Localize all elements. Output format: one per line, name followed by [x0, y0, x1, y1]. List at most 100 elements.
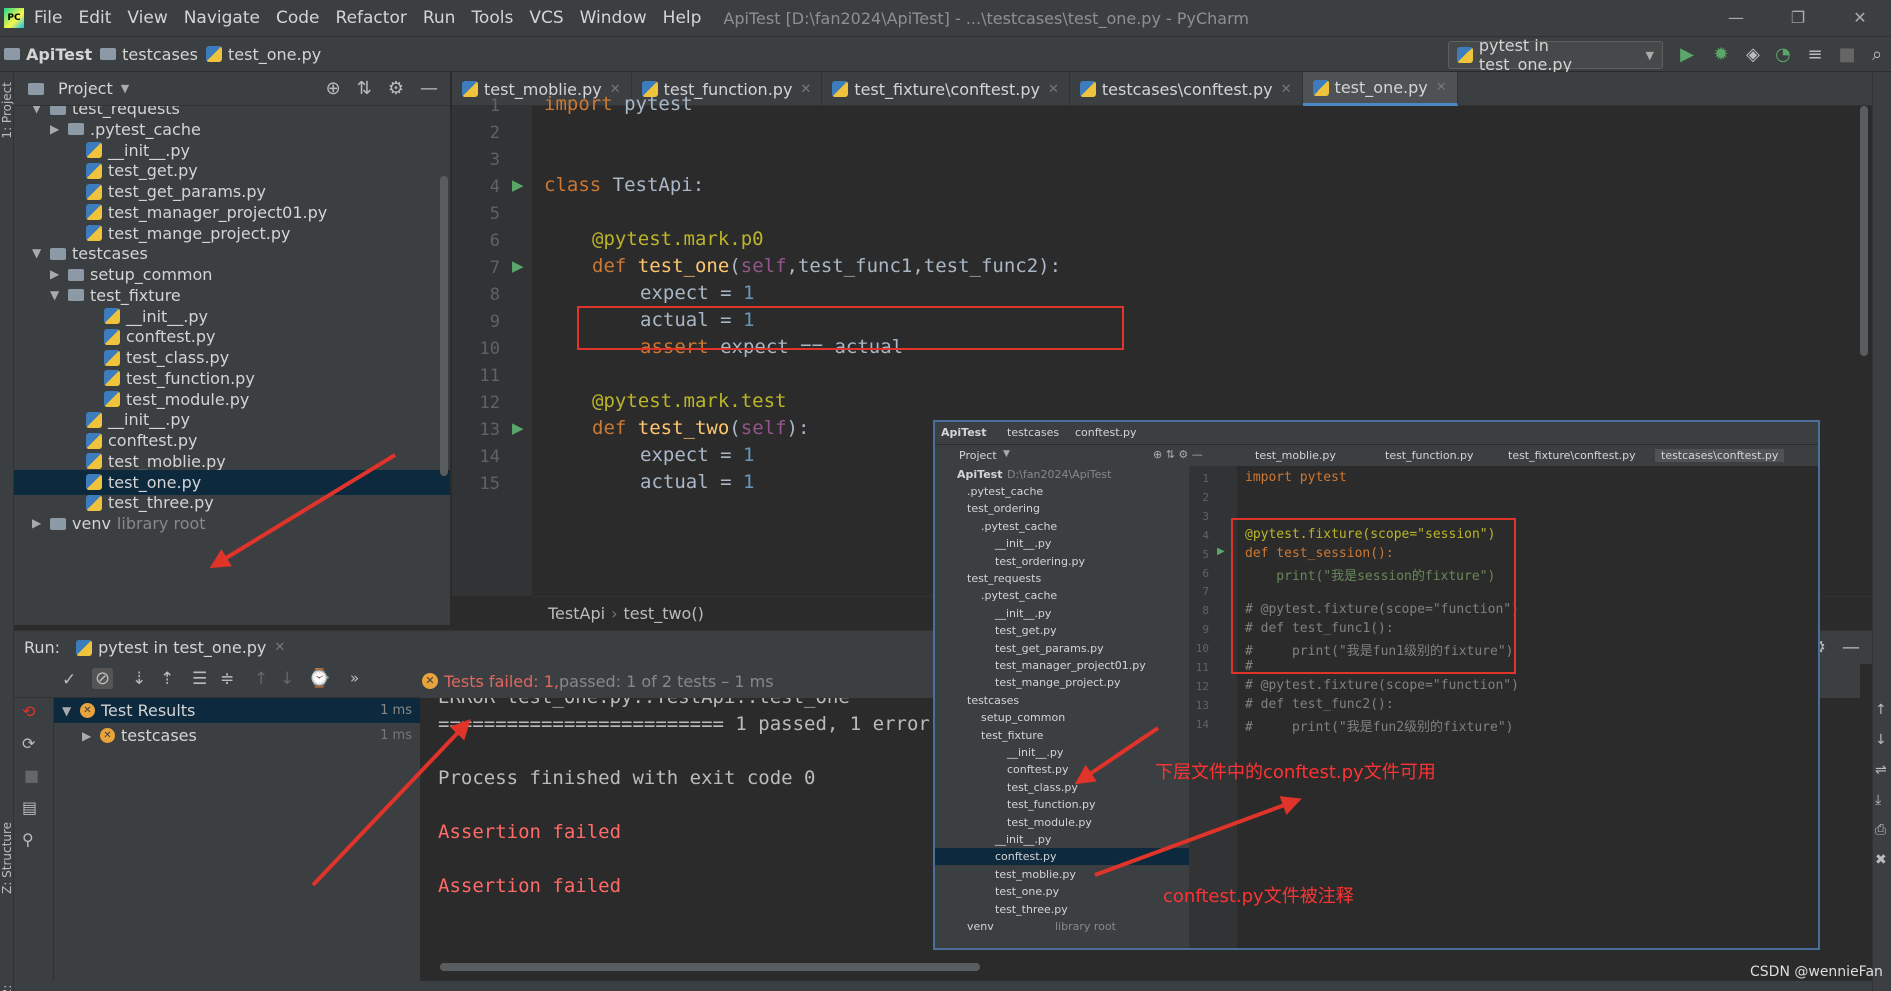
locate-icon[interactable]: ⊕: [326, 78, 341, 99]
hide-panel-icon[interactable]: —: [420, 78, 438, 99]
right-tool-strip: ↑ ↓ ⇌ ⤓ ⎙ ✖: [1872, 72, 1891, 991]
structure-tool-tab[interactable]: Z: Structure: [0, 822, 14, 894]
line-number: 6: [489, 231, 500, 251]
menu-refactor[interactable]: Refactor: [336, 8, 407, 28]
folder-icon: [100, 48, 117, 60]
project-tree-scrollbar[interactable]: [440, 176, 448, 476]
menu-window[interactable]: Window: [580, 8, 647, 28]
search-everywhere-icon[interactable]: ⌕: [1866, 44, 1888, 66]
folder-icon: [68, 289, 84, 302]
show-ignored-icon[interactable]: ⊘: [92, 668, 114, 689]
bottom-tool-strip: [14, 981, 1872, 991]
test-results-row[interactable]: ▼ ✕ Test Results 1 ms: [54, 698, 420, 723]
menu-help[interactable]: Help: [663, 8, 702, 28]
gear-icon[interactable]: ⚙: [388, 78, 404, 99]
menu-vcs[interactable]: VCS: [529, 8, 563, 28]
rerun-failed-icon[interactable]: ⟲: [22, 702, 35, 721]
breadcrumb-method[interactable]: test_two(): [623, 604, 703, 623]
toggle-auto-test-icon[interactable]: ⟳: [22, 734, 35, 753]
debug-icon[interactable]: ✹: [1710, 44, 1732, 66]
chevron-down-icon[interactable]: ▼: [121, 82, 129, 95]
run-configuration-select[interactable]: pytest in test_one.py ▼: [1448, 36, 1663, 74]
trash-icon[interactable]: ✖: [1875, 852, 1887, 868]
run-icon[interactable]: ▶: [1676, 44, 1698, 66]
show-passed-icon[interactable]: ✓: [62, 670, 76, 690]
close-tab-icon[interactable]: ✕: [1436, 80, 1447, 95]
breadcrumb-file[interactable]: test_one.py: [228, 45, 321, 64]
sort-alpha-icon[interactable]: ⇣: [132, 669, 146, 689]
menu-run[interactable]: Run: [423, 8, 456, 28]
close-tab-icon[interactable]: ✕: [800, 82, 811, 97]
expand-all-icon[interactable]: ☰: [192, 669, 207, 689]
editor-scrollbar[interactable]: [1860, 106, 1868, 356]
scroll-to-end-icon[interactable]: ⤓: [1875, 792, 1881, 808]
inset-tab: test_fixture\conftest.py: [1508, 449, 1636, 462]
tab-fixture-conftest[interactable]: test_fixture\conftest.py ✕: [822, 72, 1070, 106]
expand-arrow-icon[interactable]: ▶: [82, 729, 100, 743]
layout-icon[interactable]: ▤: [22, 798, 37, 817]
more-icon[interactable]: »: [350, 669, 359, 687]
coverage-icon[interactable]: ◈: [1742, 44, 1764, 66]
chevron-right-icon[interactable]: ▶: [32, 511, 50, 536]
breadcrumb-project[interactable]: ApiTest: [26, 45, 92, 64]
line-number: 11: [479, 366, 500, 386]
chevron-right-icon[interactable]: ▶: [50, 117, 68, 142]
chevron-down-icon[interactable]: ▼: [50, 283, 68, 308]
test-suite-row[interactable]: ▶ ✕ testcases 1 ms: [54, 723, 420, 748]
collapse-all-icon[interactable]: ⇅: [357, 78, 372, 99]
hide-panel-icon[interactable]: —: [1842, 637, 1860, 658]
run-tab[interactable]: pytest in test_one.py: [98, 638, 266, 657]
minimize-icon[interactable]: —: [1705, 0, 1767, 36]
close-tab-icon[interactable]: ✕: [1048, 82, 1059, 97]
tab-testcases-conftest[interactable]: testcases\conftest.py ✕: [1070, 72, 1303, 106]
stop-icon[interactable]: ■: [24, 766, 39, 785]
expand-arrow-icon[interactable]: ▼: [62, 704, 80, 718]
history-icon[interactable]: ⌚: [308, 668, 330, 689]
menu-file[interactable]: File: [34, 8, 62, 28]
menu-code[interactable]: Code: [276, 8, 320, 28]
watermark: CSDN @wennieFan: [1750, 964, 1883, 980]
run-class-icon[interactable]: ▶: [512, 176, 524, 194]
stop-icon[interactable]: ■: [1836, 44, 1858, 66]
run-test-icon[interactable]: ▶: [512, 257, 524, 275]
scroll-down-icon[interactable]: ↓: [1875, 732, 1887, 748]
collapse-all-icon[interactable]: ≑: [220, 669, 234, 689]
project-panel-title[interactable]: Project: [58, 79, 113, 98]
inset-tree-folder: test_requests: [967, 572, 1042, 585]
breadcrumb-class[interactable]: TestApi: [548, 604, 605, 623]
breadcrumb-folder[interactable]: testcases: [122, 45, 198, 64]
folder-icon: [68, 123, 84, 136]
tree-item[interactable]: ▶ venv library root: [32, 511, 206, 536]
window-title: ApiTest [D:\fan2024\ApiTest] - ...\testc…: [723, 8, 1249, 28]
inset-line-number: 9: [1202, 623, 1209, 637]
close-icon[interactable]: ✕: [1829, 0, 1891, 36]
run-test-icon[interactable]: ▶: [512, 419, 524, 437]
previous-test-icon[interactable]: ↑: [254, 669, 268, 689]
project-tool-tab[interactable]: 1: Project: [0, 82, 14, 139]
chevron-down-icon[interactable]: ▼: [32, 241, 50, 266]
soft-wrap-icon[interactable]: ⇌: [1875, 762, 1887, 778]
inset-tree-folder: .pytest_cache: [981, 589, 1058, 603]
close-tab-icon[interactable]: ✕: [274, 640, 285, 655]
menu-edit[interactable]: Edit: [78, 8, 111, 28]
sort-duration-icon[interactable]: ⇡: [160, 669, 174, 689]
pin-icon[interactable]: ⚲: [22, 830, 34, 849]
print-icon[interactable]: ⎙: [1875, 822, 1886, 838]
scroll-up-icon[interactable]: ↑: [1875, 702, 1887, 718]
close-tab-icon[interactable]: ✕: [1281, 82, 1292, 97]
code-line-14: expect = 1: [640, 444, 755, 466]
next-test-icon[interactable]: ↓: [280, 669, 294, 689]
build-icon[interactable]: ≡: [1804, 44, 1826, 66]
menu-tools[interactable]: Tools: [471, 8, 513, 28]
restore-icon[interactable]: ❐: [1767, 0, 1829, 36]
profile-icon[interactable]: ◔: [1772, 44, 1794, 66]
inset-line-number: 2: [1202, 490, 1209, 504]
python-file-icon: [86, 162, 102, 179]
menu-view[interactable]: View: [127, 8, 167, 28]
console-h-scrollbar[interactable]: [440, 963, 980, 971]
python-file-icon: [462, 81, 478, 97]
code-line-8: expect = 1: [640, 282, 755, 304]
menu-navigate[interactable]: Navigate: [184, 8, 260, 28]
chevron-down-icon[interactable]: ▼: [32, 106, 50, 121]
tab-test-one[interactable]: test_one.py ✕: [1302, 72, 1458, 106]
